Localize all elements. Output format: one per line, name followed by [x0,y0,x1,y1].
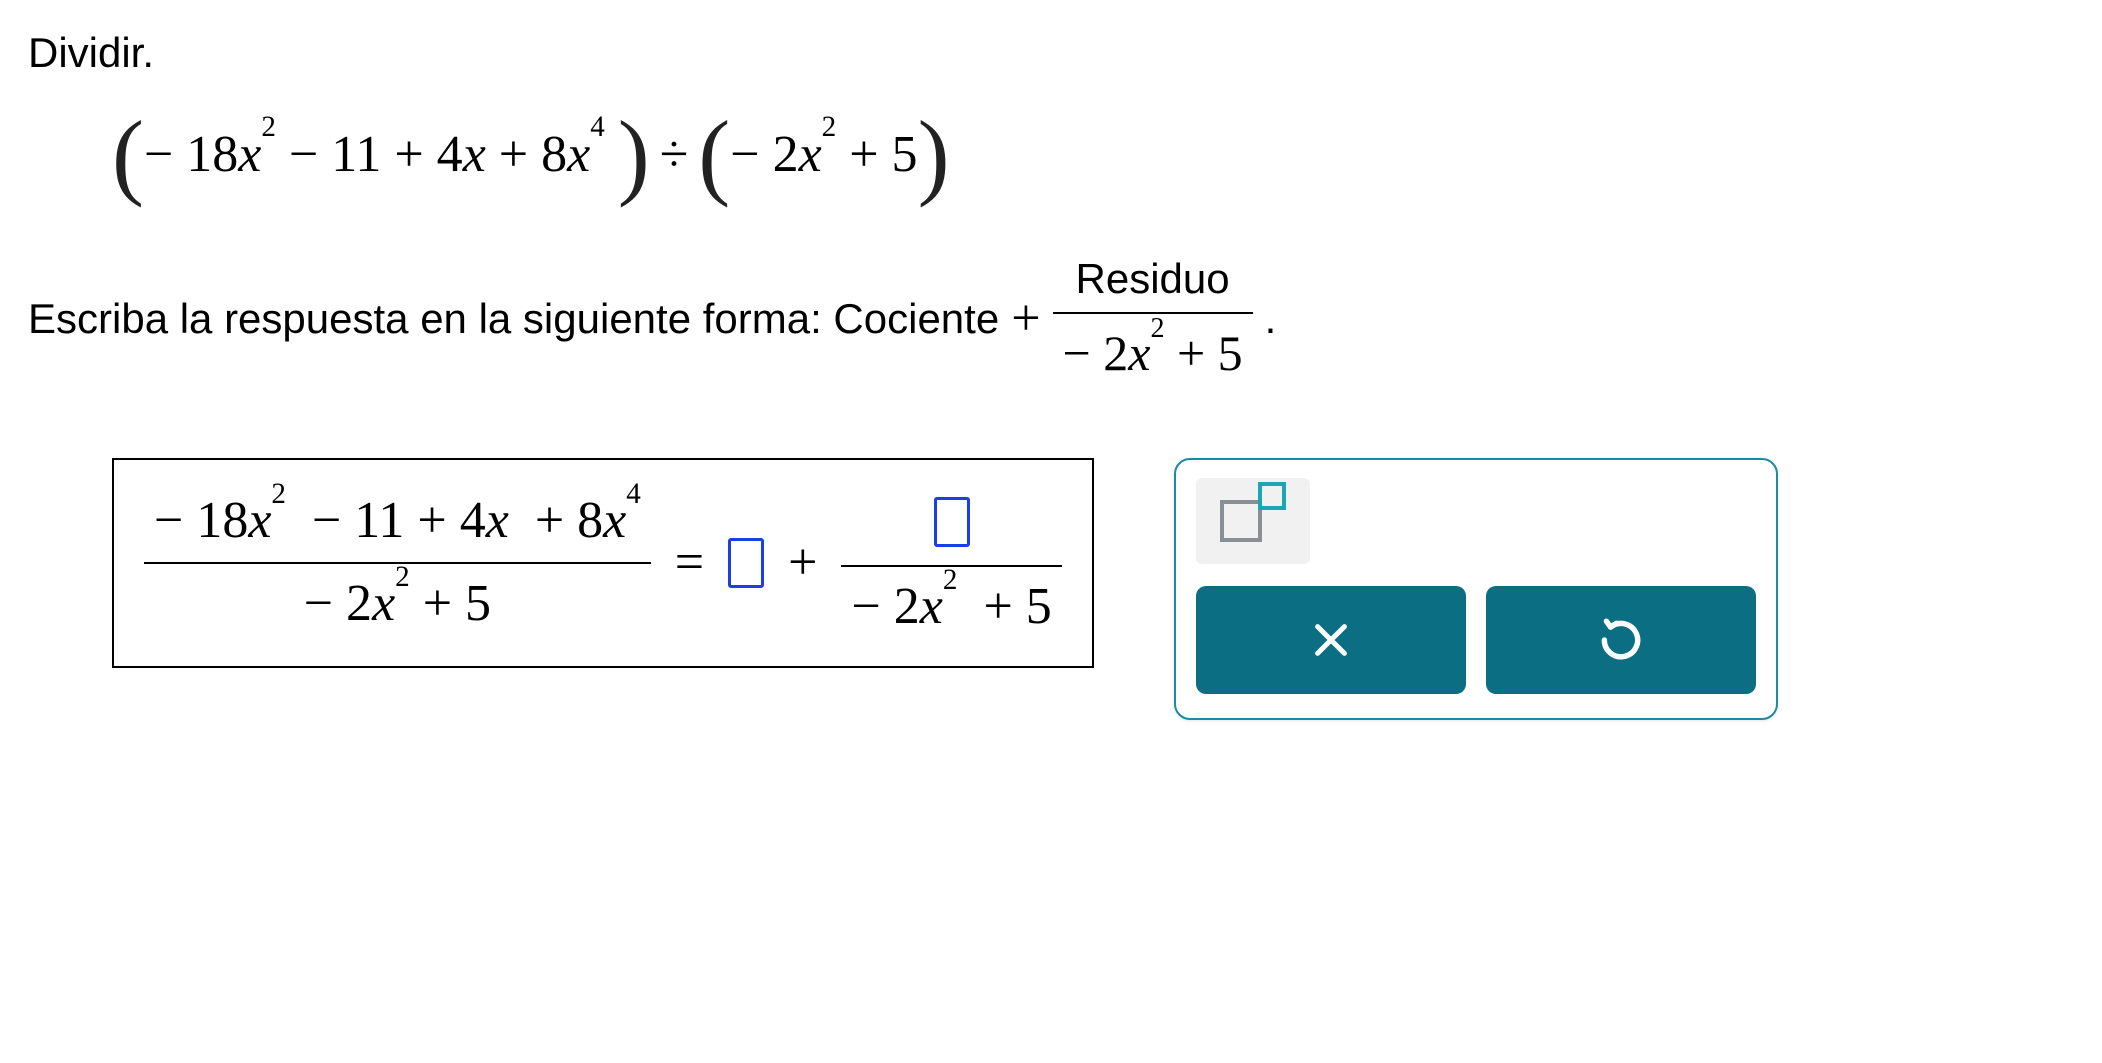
lhs-fraction: − 18x2 − 11 + 4x + 8x4 − 2x2 + 5 [144,485,651,641]
lhs-denominator: − 2x2 + 5 [144,564,651,641]
equals-sign: = [675,527,704,600]
answer-input-box: − 18x2 − 11 + 4x + 8x4 − 2x2 + 5 = + − 2… [112,458,1094,668]
fraction-numerator: Residuo [1053,250,1253,315]
tool-row [1196,478,1756,564]
undo-button[interactable] [1486,586,1756,694]
form-fraction: Residuo − 2x2 + 5 [1053,250,1253,389]
divisor-part1: − 2x2 [730,119,849,192]
divisor-part2: + 5 [849,119,917,192]
remainder-fraction: − 2x2 + 5 [841,482,1061,644]
lhs-numerator: − 18x2 − 11 + 4x + 8x4 [144,485,651,564]
remainder-input[interactable] [934,497,970,547]
plus-sign: + [999,283,1052,356]
form-text: Escriba la respuesta en la siguiente for… [28,290,999,349]
undo-icon [1596,615,1646,665]
dividend-part3: + 8x4 [499,119,618,192]
close-icon [1308,617,1354,663]
close-paren-icon: ) [618,117,650,194]
open-paren-icon: ( [698,117,730,194]
dividend-part2: − 11 + 4x [289,119,499,192]
division-operator: ÷ [650,119,699,192]
period: . [1253,290,1277,349]
keypad-panel [1174,458,1778,720]
clear-button[interactable] [1196,586,1466,694]
answer-form-instruction: Escriba la respuesta en la siguiente for… [28,250,2074,389]
dividend-part1: − 18x2 [144,119,289,192]
fraction-denominator: − 2x2 + 5 [1053,314,1253,388]
instruction-title: Dividir. [28,24,2074,83]
close-paren-icon: ) [918,117,950,194]
quotient-input[interactable] [728,538,764,588]
remainder-denominator: − 2x2 + 5 [841,567,1061,644]
exponent-icon [1220,500,1286,542]
problem-expression: ( − 18x2 − 11 + 4x + 8x4 ) ÷ ( − 2x2 + 5… [112,117,2074,194]
exponent-button[interactable] [1196,478,1310,564]
plus-sign: + [788,527,817,600]
remainder-numerator [841,482,1061,567]
open-paren-icon: ( [112,117,144,194]
